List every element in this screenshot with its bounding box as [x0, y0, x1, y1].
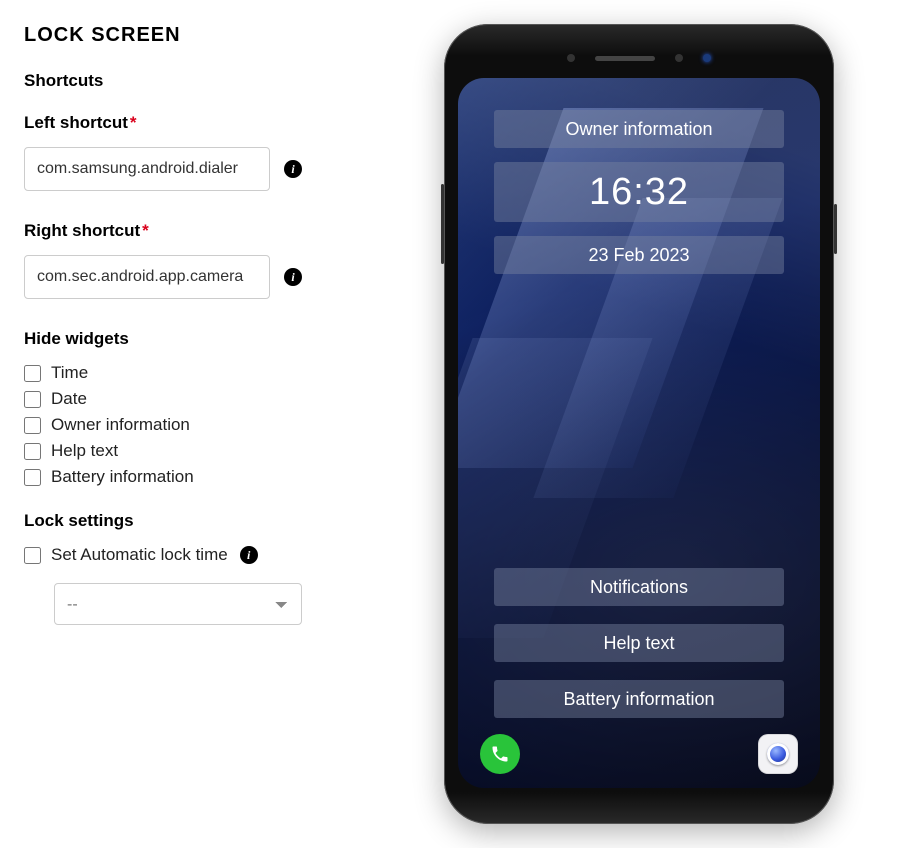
phone-preview: Owner information 16:32 23 Feb 2023 Noti…: [444, 24, 834, 824]
info-icon[interactable]: i: [240, 546, 258, 564]
led-dot: [703, 54, 711, 62]
preview-date: 23 Feb 2023: [494, 236, 784, 274]
camera-lens: [767, 743, 789, 765]
preview-battery-info: Battery information: [494, 680, 784, 718]
lock-screen-preview: Owner information 16:32 23 Feb 2023 Noti…: [458, 78, 820, 788]
required-asterisk: *: [130, 113, 137, 132]
camera-dot: [675, 54, 683, 62]
shortcuts-heading: Shortcuts: [24, 71, 404, 91]
info-icon[interactable]: i: [284, 160, 302, 178]
lock-settings-heading: Lock settings: [24, 511, 404, 531]
info-icon[interactable]: i: [284, 268, 302, 286]
preview-time: 16:32: [494, 162, 784, 222]
auto-lock-label: Set Automatic lock time: [51, 545, 228, 565]
auto-lock-row[interactable]: Set Automatic lock time i: [24, 545, 404, 565]
right-shortcut-label-text: Right shortcut: [24, 221, 140, 240]
preview-notifications: Notifications: [494, 568, 784, 606]
left-shortcut-label: Left shortcut*: [24, 113, 404, 133]
hide-date-row[interactable]: Date: [24, 389, 404, 409]
right-shortcut-input[interactable]: [24, 255, 270, 299]
hide-date-checkbox[interactable]: [24, 391, 41, 408]
hide-owner-checkbox[interactable]: [24, 417, 41, 434]
hide-help-label: Help text: [51, 441, 118, 461]
hide-owner-row[interactable]: Owner information: [24, 415, 404, 435]
settings-panel: LOCK SCREEN Shortcuts Left shortcut* i R…: [24, 24, 404, 625]
sensor-dot: [567, 54, 575, 62]
right-shortcut-label: Right shortcut*: [24, 221, 404, 241]
hide-battery-label: Battery information: [51, 467, 194, 487]
hide-owner-label: Owner information: [51, 415, 190, 435]
camera-icon: [758, 734, 798, 774]
preview-help-text: Help text: [494, 624, 784, 662]
hide-date-label: Date: [51, 389, 87, 409]
hide-help-row[interactable]: Help text: [24, 441, 404, 461]
auto-lock-checkbox[interactable]: [24, 547, 41, 564]
hide-battery-checkbox[interactable]: [24, 469, 41, 486]
hide-time-label: Time: [51, 363, 88, 383]
required-asterisk: *: [142, 221, 149, 240]
hide-time-checkbox[interactable]: [24, 365, 41, 382]
speaker-grille: [595, 56, 655, 61]
left-shortcut-label-text: Left shortcut: [24, 113, 128, 132]
hide-time-row[interactable]: Time: [24, 363, 404, 383]
hide-battery-row[interactable]: Battery information: [24, 467, 404, 487]
auto-lock-select[interactable]: --: [54, 583, 302, 625]
page-title: LOCK SCREEN: [24, 24, 404, 47]
phone-top-bezel: [458, 38, 820, 78]
preview-owner-info: Owner information: [494, 110, 784, 148]
hide-help-checkbox[interactable]: [24, 443, 41, 460]
phone-icon: [480, 734, 520, 774]
hide-widgets-heading: Hide widgets: [24, 329, 404, 349]
left-shortcut-input[interactable]: [24, 147, 270, 191]
